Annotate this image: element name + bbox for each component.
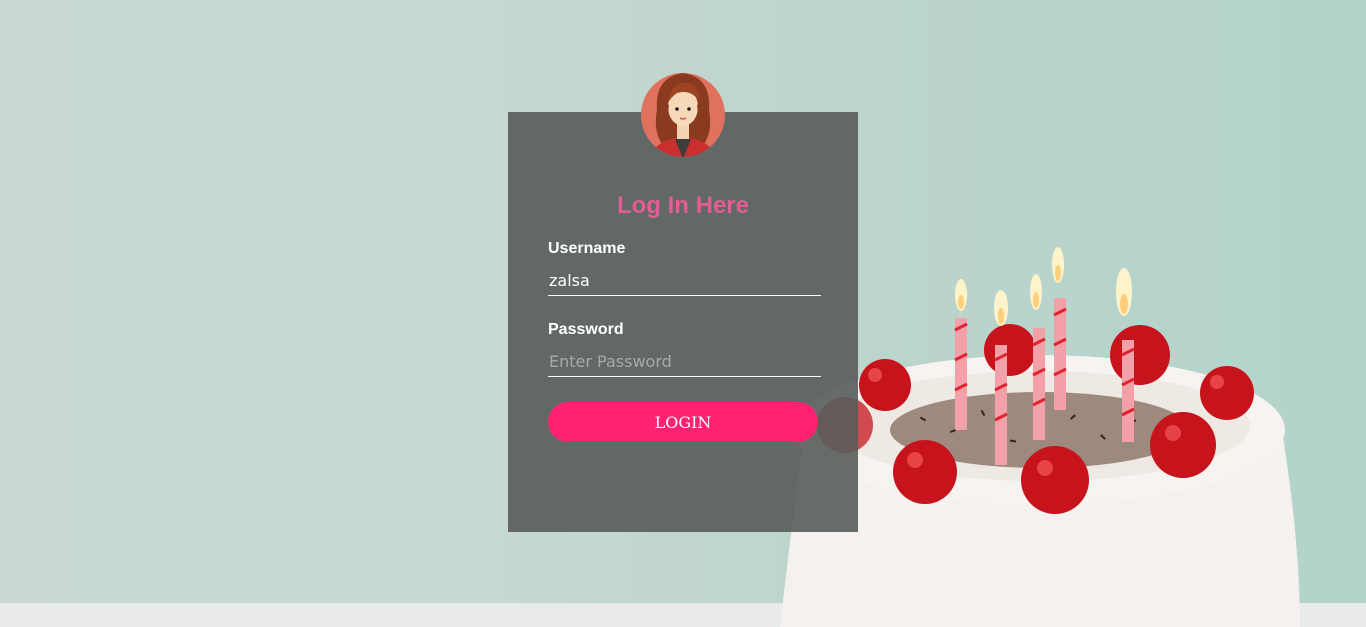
username-label: Username xyxy=(548,240,626,257)
password-label: Password xyxy=(548,321,624,338)
username-input[interactable] xyxy=(548,265,821,296)
password-input[interactable] xyxy=(548,346,821,377)
female-avatar-icon xyxy=(641,73,725,157)
login-title: Log In Here xyxy=(616,192,749,219)
login-form: Log In Here Username Password LOGIN xyxy=(508,112,858,532)
page-background: Log In Here Username Password LOGIN xyxy=(0,0,1366,627)
login-button[interactable]: LOGIN xyxy=(548,402,818,442)
